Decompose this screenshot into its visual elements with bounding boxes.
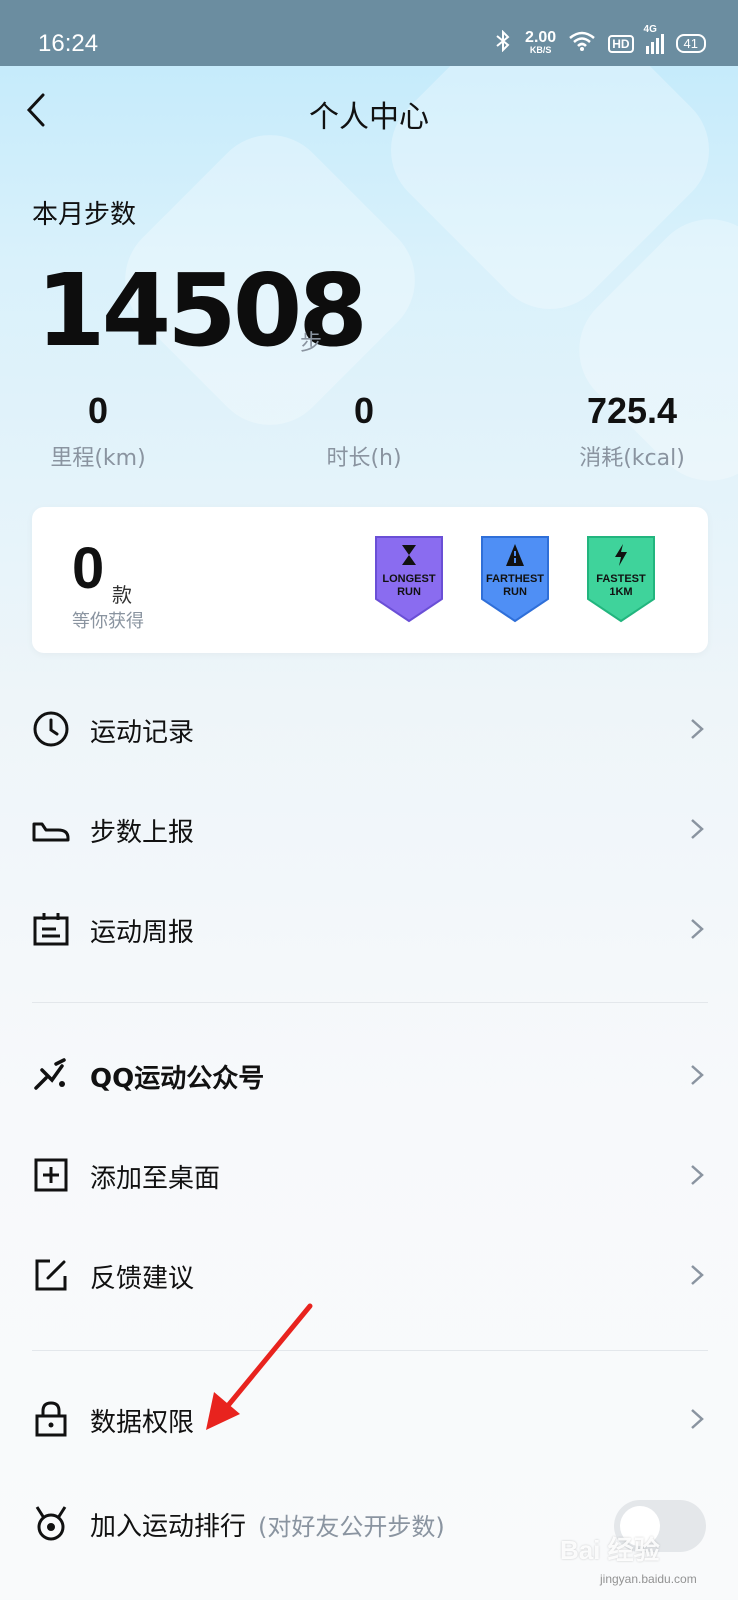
hd-badge: HD: [608, 34, 634, 53]
medal-icon: [35, 1506, 67, 1541]
status-icons: 2.00 KB/S HD 4G 41: [493, 24, 706, 57]
chevron-right-icon: [691, 1065, 704, 1085]
status-time: 16:24: [38, 30, 99, 57]
battery-indicator: 41: [675, 34, 706, 53]
page-title: 个人中心: [309, 100, 429, 135]
badge-count-unit: 款: [112, 583, 132, 607]
chevron-right-icon: [691, 819, 704, 839]
chevron-right-icon: [691, 1265, 704, 1285]
add-square-icon: [34, 1158, 68, 1192]
runner-icon: [34, 1058, 66, 1090]
badge-count: 0: [72, 536, 105, 601]
menu-item-exercise-records[interactable]: 运动记录: [0, 690, 738, 770]
wifi-icon: [568, 30, 596, 57]
lock-icon: [35, 1401, 67, 1437]
stat-distance: 0 里程(km): [50, 390, 146, 471]
clock-icon: [33, 711, 69, 747]
chevron-right-icon: [691, 719, 704, 739]
medal-fastest-1km[interactable]: FASTEST 1KM: [586, 535, 656, 623]
medal-longest-run[interactable]: LONGEST RUN: [374, 535, 444, 623]
monthly-steps-label: 本月步数: [32, 200, 137, 230]
lightning-icon: [615, 544, 627, 566]
status-bar: 16:24 2.00 KB/S HD 4G 41: [0, 0, 738, 66]
chevron-right-icon: [691, 919, 704, 939]
bluetooth-icon: [493, 29, 513, 57]
badge-subtitle: 等你获得: [72, 611, 144, 632]
divider: [32, 1002, 708, 1003]
divider: [32, 1350, 708, 1351]
shoe-icon: [32, 822, 70, 842]
watermark-url: jingyan.baidu.com: [600, 1572, 697, 1586]
edit-icon: [35, 1259, 67, 1291]
header: 个人中心: [0, 66, 738, 156]
menu-item-weekly-report[interactable]: 运动周报: [0, 890, 738, 970]
chevron-right-icon: [691, 1409, 704, 1429]
network-speed: 2.00 KB/S: [525, 28, 557, 55]
menu-item-feedback[interactable]: 反馈建议: [0, 1236, 738, 1316]
menu-item-step-report[interactable]: 步数上报: [0, 790, 738, 870]
menu-item-data-permissions[interactable]: 数据权限: [0, 1380, 738, 1460]
watermark-logo: Bai 经验: [560, 1535, 660, 1565]
road-icon: [506, 544, 524, 566]
hourglass-icon: [402, 545, 416, 565]
stat-duration: 0 时长(h): [326, 390, 402, 471]
medal-farthest-run[interactable]: FARTHEST RUN: [480, 535, 550, 623]
signal-icon: 4G: [644, 24, 664, 54]
chevron-right-icon: [691, 1165, 704, 1185]
report-icon: [33, 913, 69, 946]
badges-card[interactable]: 0 款 等你获得 LONGEST RUN FARTHEST RUN FASTEST 1…: [32, 507, 708, 653]
stat-calories: 725.4 消耗(kcal): [579, 390, 685, 471]
monthly-steps-unit: 步: [300, 331, 323, 356]
menu-item-qq-sport-account[interactable]: QQ运动公众号: [0, 1036, 738, 1116]
menu-item-add-to-desktop[interactable]: 添加至桌面: [0, 1136, 738, 1216]
